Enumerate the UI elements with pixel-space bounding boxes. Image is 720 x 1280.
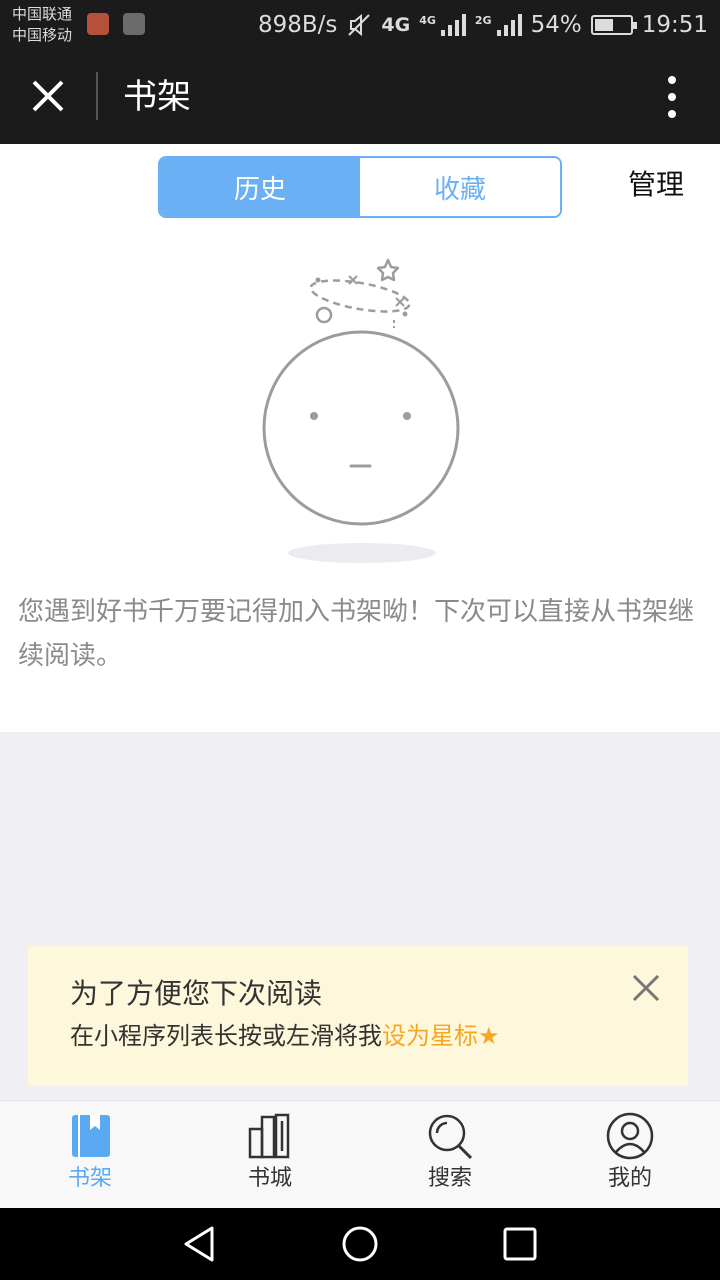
status-indicators: 898B/s 4G 4G 2G 54% 19:51 bbox=[249, 0, 708, 50]
tab-history[interactable]: 历史 bbox=[160, 158, 360, 216]
carrier-info: 中国联通 中国移动 bbox=[12, 4, 72, 46]
tab-label: 书城 bbox=[247, 1166, 292, 1191]
bookstore-icon bbox=[248, 1113, 290, 1159]
status-bar: 中国联通 中国移动 898B/s 4G 4G 2G 54% 19:51 bbox=[0, 0, 720, 50]
tab-bookshelf[interactable]: 书架 bbox=[30, 1111, 150, 1203]
battery-icon bbox=[590, 15, 637, 35]
title-bar: 书架 bbox=[0, 50, 720, 144]
close-icon[interactable] bbox=[628, 970, 664, 1006]
signal-tag: 4G bbox=[419, 14, 436, 27]
tab-search[interactable]: 搜索 bbox=[390, 1111, 510, 1203]
more-icon[interactable] bbox=[648, 70, 696, 124]
tip-body-text: 在小程序列表长按或左滑将我 bbox=[70, 1022, 382, 1050]
recent-apps-icon[interactable] bbox=[498, 1222, 542, 1266]
page-title: 书架 bbox=[123, 77, 191, 117]
tab-label: 我的 bbox=[607, 1166, 652, 1191]
tip-body: 在小程序列表长按或左滑将我设为星标★ bbox=[70, 1018, 500, 1054]
bookshelf-content: 历史 收藏 管理 您遇到好书千万要记得加入书架呦！下次可以直接从书架继续阅读。 bbox=[0, 144, 720, 732]
mute-icon bbox=[348, 13, 371, 37]
bottom-tab-bar: 书架 书城 搜索 我的 bbox=[0, 1100, 720, 1208]
tab-favorites[interactable]: 收藏 bbox=[360, 158, 560, 216]
search-icon bbox=[428, 1114, 473, 1160]
signal-tag: 2G bbox=[474, 14, 492, 27]
profile-icon bbox=[606, 1112, 654, 1160]
tab-profile[interactable]: 我的 bbox=[570, 1111, 690, 1203]
home-icon[interactable] bbox=[338, 1222, 382, 1266]
empty-state-message: 您遇到好书千万要记得加入书架呦！下次可以直接从书架继续阅读。 bbox=[18, 597, 695, 671]
manage-button[interactable]: 管理 bbox=[628, 166, 684, 204]
signal-strength-icon: 4G bbox=[419, 14, 466, 36]
network-type: 4G bbox=[381, 14, 411, 36]
app-notification-icon bbox=[87, 13, 109, 35]
gallery-notification-icon bbox=[123, 13, 145, 35]
tab-label: 书架 bbox=[67, 1166, 112, 1191]
battery-fill bbox=[594, 19, 614, 31]
system-nav-bar bbox=[0, 1208, 720, 1280]
close-icon[interactable] bbox=[22, 70, 74, 122]
signal-strength-icon: 2G bbox=[475, 14, 522, 36]
net-speed: 898B/s bbox=[257, 12, 338, 38]
title-divider bbox=[96, 72, 98, 120]
carrier-name: 中国移动 bbox=[12, 26, 73, 44]
back-icon[interactable] bbox=[178, 1222, 222, 1266]
tab-label: 搜索 bbox=[427, 1166, 472, 1191]
empty-state-face-icon bbox=[262, 258, 460, 563]
bookshelf-icon bbox=[72, 1115, 110, 1157]
star-tip-banner: 为了方便您下次阅读 在小程序列表长按或左滑将我设为星标★ bbox=[28, 946, 688, 1086]
carrier-name: 中国联通 bbox=[12, 5, 73, 23]
battery-percent: 54% bbox=[530, 12, 582, 38]
tip-title: 为了方便您下次阅读 bbox=[70, 977, 323, 1010]
clock: 19:51 bbox=[641, 12, 708, 38]
segmented-control: 历史 收藏 bbox=[158, 156, 562, 218]
tab-bookstore[interactable]: 书城 bbox=[210, 1111, 330, 1203]
tip-highlight: 设为星标★ bbox=[382, 1022, 500, 1050]
